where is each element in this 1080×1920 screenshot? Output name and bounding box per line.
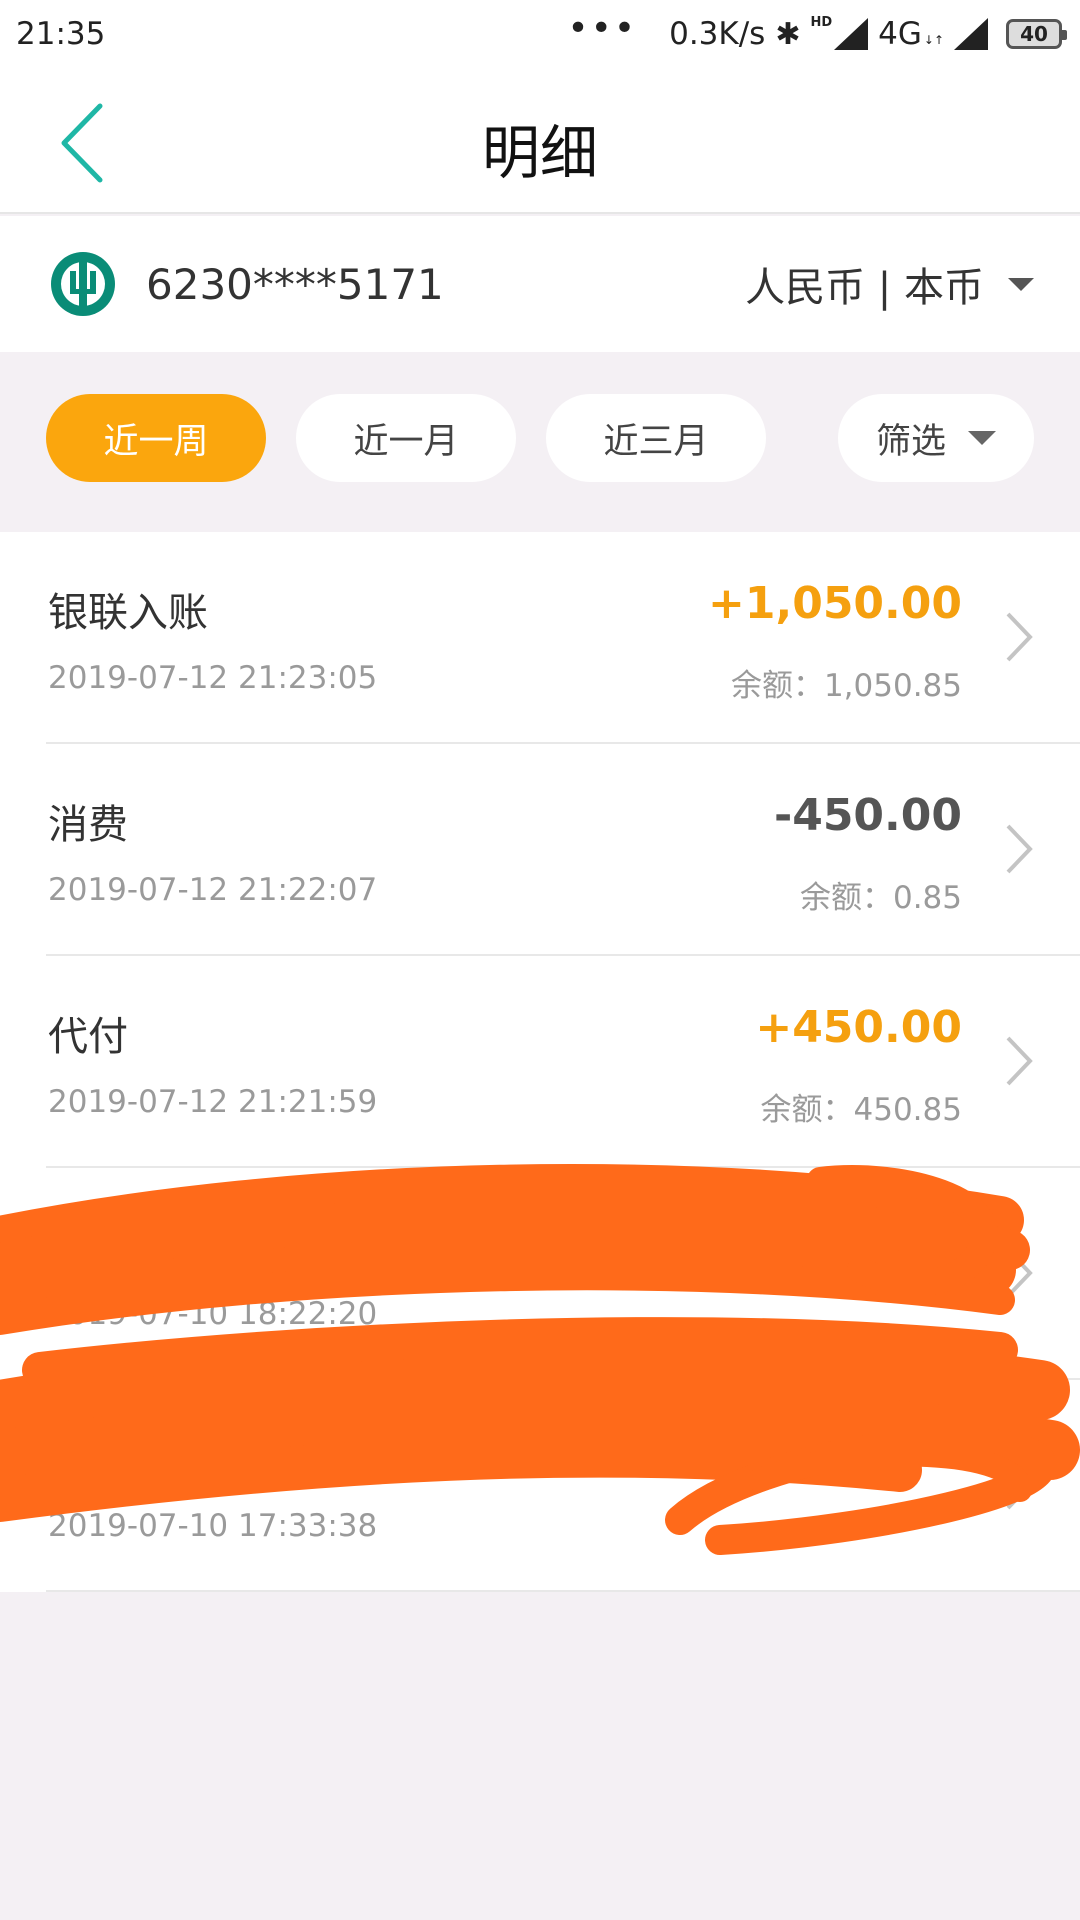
bank-logo-icon <box>51 252 115 316</box>
filter-label: 近三月 <box>603 421 709 462</box>
transaction-balance: 余额：0.85 <box>799 880 962 916</box>
account-row: 6230****5171 人民币 | 本币 <box>0 216 1080 352</box>
transaction-row[interactable]: 2019-07-10 17:33:38 <box>0 1380 1080 1592</box>
filter-menu-button[interactable]: 筛选 <box>838 394 1034 482</box>
chevron-right-icon <box>1006 824 1033 874</box>
transaction-balance: 余额：450.85 <box>760 1092 962 1128</box>
transaction-amount: +450.00 <box>755 1002 962 1053</box>
bluetooth-icon: ✱ <box>775 16 801 52</box>
filter-label: 近一周 <box>103 421 209 462</box>
page-title: 明细 <box>481 119 598 187</box>
signal-icon <box>954 18 988 50</box>
network-type: 4G <box>878 16 922 52</box>
transaction-time: 2019-07-10 17:33:38 <box>48 1508 378 1544</box>
transaction-name: 银联入账 <box>48 590 208 636</box>
more-dots-icon: ••• <box>567 7 638 49</box>
transaction-amount: -450.00 <box>773 790 962 841</box>
filter-bar: 近一周 近一月 近三月 筛选 <box>0 352 1080 532</box>
nav-bar: 明细 <box>0 68 1080 214</box>
filter-label: 近一月 <box>353 421 459 462</box>
transaction-detail-screen: 21:35 ••• 0.3K/s ✱ HD 4G ↓↑ 40 明细 6230**… <box>0 0 1080 1920</box>
chevron-right-icon <box>1006 1460 1033 1510</box>
card-number: 6230****5171 <box>146 259 444 309</box>
chevron-right-icon <box>1006 1036 1033 1086</box>
transaction-time: 2019-07-10 18:22:20 <box>48 1296 378 1332</box>
signal-icon <box>834 18 869 50</box>
transaction-amount: +1,050.00 <box>708 578 962 629</box>
filter-month-button[interactable]: 近一月 <box>296 394 516 482</box>
transaction-row[interactable]: 财付通 2019-07-10 18:22:20 <box>0 1168 1080 1380</box>
transaction-balance: 余额：1,050.85 <box>730 668 962 704</box>
transaction-name: 财付通 <box>48 1226 168 1272</box>
transaction-row[interactable]: 代付 2019-07-12 21:21:59 +450.00 余额：450.85 <box>0 956 1080 1168</box>
caret-down-icon <box>968 431 996 445</box>
transaction-name: 代付 <box>48 1014 128 1060</box>
transaction-time: 2019-07-12 21:22:07 <box>48 872 378 908</box>
chevron-right-icon <box>1006 1248 1033 1298</box>
chevron-right-icon <box>1006 612 1033 662</box>
currency-label: 人民币 | 本币 <box>745 265 984 311</box>
transaction-list: 银联入账 2019-07-12 21:23:05 +1,050.00 余额：1,… <box>0 532 1080 1592</box>
filter-three-months-button[interactable]: 近三月 <box>546 394 766 482</box>
currency-select[interactable]: 人民币 | 本币 <box>745 255 1034 313</box>
filter-week-button[interactable]: 近一周 <box>46 394 266 482</box>
transaction-name: 消费 <box>48 802 128 848</box>
filter-menu-label: 筛选 <box>875 421 946 462</box>
hd-label: HD <box>810 14 833 30</box>
caret-down-icon <box>1008 277 1034 291</box>
status-icons: ••• 0.3K/s ✱ HD 4G ↓↑ 40 <box>567 8 1067 55</box>
status-bar: 21:35 ••• 0.3K/s ✱ HD 4G ↓↑ 40 <box>0 0 1080 68</box>
status-time: 21:35 <box>16 16 106 52</box>
battery-icon: 40 <box>1006 19 1067 49</box>
transaction-time: 2019-07-12 21:21:59 <box>48 1084 378 1120</box>
transaction-time: 2019-07-12 21:23:05 <box>48 660 378 696</box>
transaction-row[interactable]: 消费 2019-07-12 21:22:07 -450.00 余额：0.85 <box>0 744 1080 956</box>
transaction-row[interactable]: 银联入账 2019-07-12 21:23:05 +1,050.00 余额：1,… <box>0 532 1080 744</box>
network-speed: 0.3K/s <box>669 16 766 52</box>
data-activity-icon: ↓↑ <box>923 33 944 47</box>
